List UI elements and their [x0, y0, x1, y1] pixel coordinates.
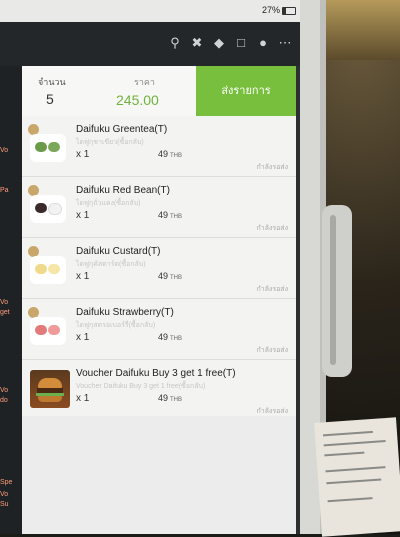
order-line[interactable]: Voucher Daifuku Buy 3 get 1 free(T) Vouc…	[22, 360, 296, 421]
item-qty: x 1	[76, 271, 90, 282]
lock-icon[interactable]: □	[234, 36, 248, 50]
order-line[interactable]: Daifuku Greentea(T) ไดฟูกุชาเขียว(ซื้อกล…	[22, 116, 296, 177]
user-icon[interactable]: ●	[256, 36, 270, 50]
order-summary-header: จำนวน 5 ราคา 245.00 ส่งรายการ	[22, 66, 296, 116]
top-toolbar: ⚲ ✖ ◆ □ ● ⋯	[0, 22, 300, 66]
crossed-tools-icon[interactable]: ✖	[190, 36, 204, 50]
item-price: 49 THB	[158, 393, 183, 403]
item-name: Daifuku Red Bean(T)	[76, 185, 170, 196]
qty-value: 5	[46, 91, 54, 107]
more-icon[interactable]: ⋯	[278, 36, 292, 50]
total-price: 245.00	[116, 92, 159, 108]
status-bar: 27%	[0, 0, 300, 22]
item-name: Voucher Daifuku Buy 3 get 1 free(T)	[76, 368, 236, 379]
ipad-frame: 27% ⚲ ✖ ◆ □ ● ⋯ Vo Pa Vo get Vo do Spe V…	[0, 0, 326, 534]
battery-icon	[282, 7, 296, 15]
battery-percent: 27%	[261, 5, 280, 15]
empty-area	[22, 416, 296, 534]
item-subtitle: ไดฟูกุชาเขียว(ซื้อกลับ)	[76, 139, 144, 146]
daifuku-strawberry-image	[30, 317, 66, 345]
daifuku-custard-image	[30, 256, 66, 284]
item-status: กำลังรอส่ง	[256, 164, 288, 171]
item-subtitle: Voucher Daifuku Buy 3 get 1 free(ซื้อกลั…	[76, 383, 206, 390]
order-line[interactable]: Daifuku Strawberry(T) ไดฟูกุสตรอเบอร์รี่…	[22, 299, 296, 360]
order-line[interactable]: Daifuku Custard(T) ไดฟูกุคัสตาร์ด(ซื้อกล…	[22, 238, 296, 299]
card-reader	[322, 205, 352, 377]
menu-item[interactable]: Su	[0, 500, 22, 509]
item-status: กำลังรอส่ง	[256, 347, 288, 354]
card-slot	[330, 215, 336, 365]
item-subtitle: ไดฟูกุคัสตาร์ด(ซื้อกลับ)	[76, 261, 146, 268]
daifuku-greentea-image	[30, 134, 66, 162]
daifuku-redbean-image	[30, 195, 66, 223]
menu-item[interactable]: get	[0, 308, 22, 317]
item-price: 49 THB	[158, 332, 183, 342]
menu-item[interactable]: Vo	[0, 490, 22, 499]
background-light	[326, 0, 400, 60]
menu-item[interactable]: do	[0, 396, 22, 405]
item-qty: x 1	[76, 393, 90, 404]
menu-item[interactable]: Pa	[0, 186, 22, 195]
pos-screen: ⚲ ✖ ◆ □ ● ⋯ Vo Pa Vo get Vo do Spe Vo Su…	[0, 22, 300, 534]
item-status: กำลังรอส่ง	[256, 286, 288, 293]
voucher-burger-image	[30, 370, 70, 408]
menu-item[interactable]: Vo	[0, 386, 22, 395]
search-icon[interactable]: ⚲	[168, 36, 182, 50]
item-subtitle: ไดฟูกุสตรอเบอร์รี่(ซื้อกลับ)	[76, 322, 156, 329]
item-price: 49 THB	[158, 149, 183, 159]
order-lines: Daifuku Greentea(T) ไดฟูกุชาเขียว(ซื้อกล…	[22, 116, 296, 421]
item-price: 49 THB	[158, 210, 183, 220]
order-line[interactable]: Daifuku Red Bean(T) ไดฟูกุถั่วแดง(ซื้อกล…	[22, 177, 296, 238]
item-name: Daifuku Custard(T)	[76, 246, 161, 257]
item-qty: x 1	[76, 149, 90, 160]
item-price: 49 THB	[158, 271, 183, 281]
item-subtitle: ไดฟูกุถั่วแดง(ซื้อกลับ)	[76, 200, 141, 207]
menu-item[interactable]: Vo	[0, 298, 22, 307]
menu-item[interactable]: Spe	[0, 478, 22, 487]
qty-label: จำนวน	[38, 77, 66, 87]
paper-receipt	[314, 417, 400, 537]
order-panel: จำนวน 5 ราคา 245.00 ส่งรายการ Daifuku Gr…	[22, 66, 296, 534]
item-qty: x 1	[76, 332, 90, 343]
menu-item[interactable]: Vo	[0, 146, 22, 155]
item-name: Daifuku Strawberry(T)	[76, 307, 174, 318]
send-order-button[interactable]: ส่งรายการ	[196, 66, 296, 116]
item-name: Daifuku Greentea(T)	[76, 124, 168, 135]
item-qty: x 1	[76, 210, 90, 221]
item-status: กำลังรอส่ง	[256, 225, 288, 232]
price-label: ราคา	[134, 77, 155, 87]
menu-column: Vo Pa Vo get Vo do Spe Vo Su	[0, 66, 22, 534]
tag-icon[interactable]: ◆	[212, 36, 226, 50]
